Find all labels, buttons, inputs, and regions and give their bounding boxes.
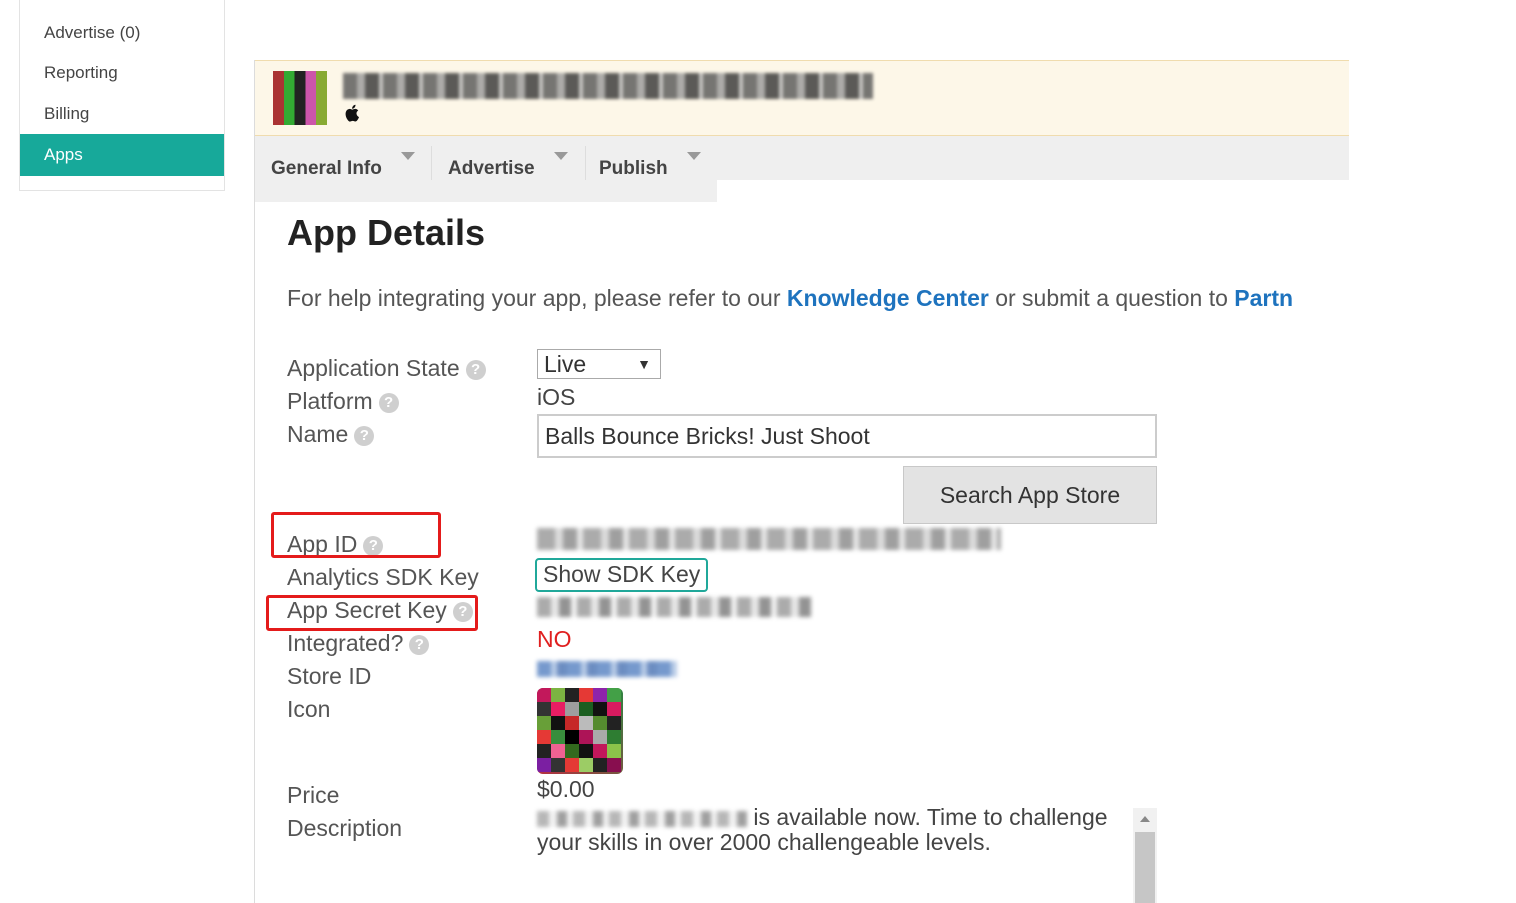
tabs-bar: General Info Advertise Publish	[255, 136, 1349, 180]
integrated-value: NO	[537, 626, 572, 652]
help-icon[interactable]: ?	[354, 425, 375, 446]
app-icon-image	[537, 688, 623, 774]
main-panel: General Info Advertise Publish App Detai…	[254, 60, 1349, 903]
highlight-box-app-secret-key	[266, 595, 478, 631]
sidebar-item-apps[interactable]: Apps	[20, 134, 224, 176]
help-text: For help integrating your app, please re…	[287, 285, 1293, 312]
platform-text: Platform	[287, 388, 373, 414]
integrated-text: Integrated?	[287, 630, 404, 656]
partner-link[interactable]: Partn	[1234, 285, 1293, 311]
tab-publish-label: Publish	[599, 158, 668, 179]
tab-general-info[interactable]: General Info	[271, 136, 421, 180]
tab-divider	[431, 146, 432, 180]
application-state-label: Application State?	[287, 355, 486, 382]
description-label: Description	[287, 815, 403, 841]
app-id-redacted	[537, 528, 1001, 550]
icon-label: Icon	[287, 696, 331, 722]
help-text-prefix: For help integrating your app, please re…	[287, 285, 787, 311]
help-icon[interactable]: ?	[409, 634, 430, 655]
app-secret-key-redacted	[537, 597, 811, 617]
sidebar-item-billing[interactable]: Billing	[20, 93, 224, 135]
chevron-down-icon[interactable]	[687, 152, 701, 160]
dropdown-arrow-icon: ▼	[637, 356, 651, 372]
description-field[interactable]: is available now. Time to challenge your…	[537, 805, 1157, 903]
tab-advertise[interactable]: Advertise	[448, 136, 578, 180]
application-state-select[interactable]: Live ▼	[537, 349, 661, 379]
chevron-down-icon[interactable]	[401, 152, 415, 160]
name-text: Name	[287, 421, 349, 447]
tab-publish[interactable]: Publish	[599, 136, 709, 180]
tabs-underhang	[255, 180, 717, 202]
analytics-sdk-key-label: Analytics SDK Key	[287, 564, 479, 590]
sidebar-item-advertise[interactable]: Advertise (0)	[20, 12, 224, 54]
description-line-1: is available now. Time to challenge	[753, 804, 1108, 830]
price-label: Price	[287, 782, 340, 808]
highlight-box-app-id	[271, 512, 441, 558]
name-label: Name?	[287, 421, 375, 448]
app-name-redacted	[343, 73, 873, 99]
description-scrollbar[interactable]	[1133, 808, 1157, 903]
platform-label: Platform?	[287, 388, 399, 415]
description-line-2: your skills in over 2000 challengeable l…	[537, 829, 991, 855]
chevron-down-icon[interactable]	[554, 152, 568, 160]
application-state-value: Live	[544, 351, 587, 377]
integrated-label: Integrated??	[287, 630, 430, 657]
help-icon[interactable]: ?	[378, 392, 399, 413]
tab-advertise-label: Advertise	[448, 158, 535, 179]
store-id-redacted[interactable]	[537, 661, 677, 677]
help-icon[interactable]: ?	[465, 359, 486, 380]
tab-divider	[585, 146, 586, 180]
sidebar: Advertise (0) Reporting Billing Apps	[19, 0, 225, 191]
sidebar-item-reporting[interactable]: Reporting	[20, 52, 224, 94]
application-state-text: Application State	[287, 355, 460, 381]
show-sdk-key-button[interactable]: Show SDK Key	[535, 558, 709, 592]
app-header	[255, 60, 1349, 136]
app-thumbnail	[273, 71, 327, 125]
description-redacted	[537, 810, 747, 827]
platform-value: iOS	[537, 384, 576, 410]
search-app-store-button[interactable]: Search App Store	[903, 466, 1157, 524]
knowledge-center-link[interactable]: Knowledge Center	[787, 285, 989, 311]
name-field[interactable]: Balls Bounce Bricks! Just Shoot	[537, 414, 1157, 458]
store-id-label: Store ID	[287, 663, 372, 689]
page-title: App Details	[287, 212, 486, 253]
apple-icon	[345, 104, 359, 122]
price-value: $0.00	[537, 776, 595, 802]
scroll-up-icon[interactable]	[1140, 816, 1150, 822]
scrollbar-thumb[interactable]	[1135, 832, 1155, 903]
tab-general-info-label: General Info	[271, 158, 382, 179]
help-text-middle: or submit a question to	[988, 285, 1235, 311]
